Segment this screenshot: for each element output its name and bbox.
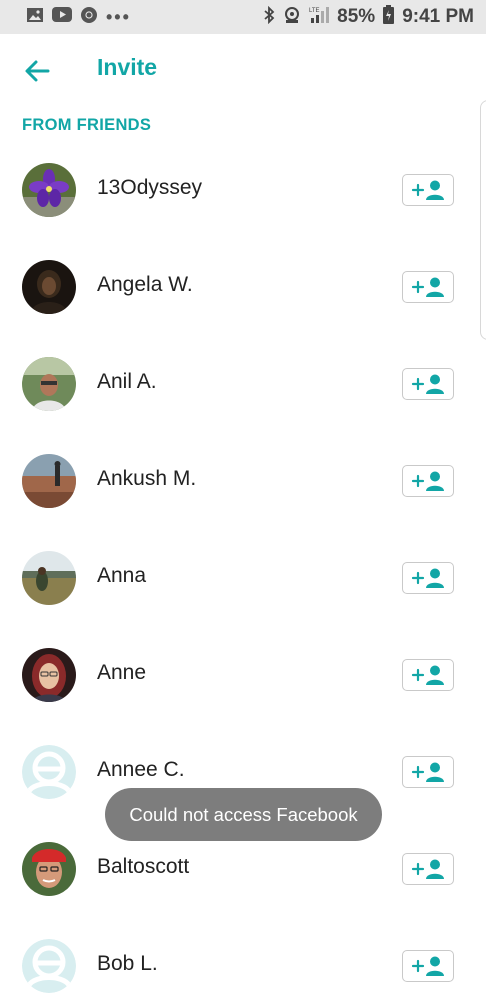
friend-row[interactable]: Bob L. [0, 918, 486, 999]
friend-row[interactable]: Ankush M. [0, 433, 486, 530]
friend-name: Bob L. [97, 952, 158, 975]
avatar [22, 551, 76, 605]
add-friend-button[interactable] [402, 950, 454, 982]
avatar [22, 163, 76, 217]
hotspot-icon [283, 6, 301, 29]
friend-name: Anil A. [97, 370, 157, 393]
friend-name: Ankush M. [97, 467, 197, 490]
avatar [22, 357, 76, 411]
clock: 9:41 PM [402, 6, 474, 27]
friend-name: 13Odyssey [97, 176, 203, 199]
avatar [22, 842, 76, 896]
add-friend-button[interactable] [402, 756, 454, 788]
friend-row[interactable]: Anne [0, 627, 486, 724]
toast-message: Could not access Facebook [105, 788, 382, 841]
add-friend-button[interactable] [402, 271, 454, 303]
friend-row[interactable]: 13Odyssey [0, 142, 486, 239]
friend-name: Angela W. [97, 273, 193, 296]
add-person-icon [411, 956, 444, 976]
default-avatar-icon [22, 939, 76, 993]
friend-name: Annee C. [97, 758, 185, 781]
add-friend-button[interactable] [402, 562, 454, 594]
battery-icon [383, 5, 395, 29]
chrome-icon [80, 6, 98, 29]
section-header: FROM FRIENDS [22, 116, 152, 134]
add-person-icon [411, 859, 444, 879]
add-person-icon [411, 277, 444, 297]
friend-name: Anna [97, 564, 147, 587]
page-title: Invite [97, 54, 158, 80]
avatar [22, 648, 76, 702]
add-person-icon [411, 374, 444, 394]
back-arrow-icon [25, 60, 50, 82]
add-person-icon [411, 471, 444, 491]
avatar [22, 454, 76, 508]
status-bar-right: LTE 85% 9:41 PM [263, 5, 474, 29]
add-friend-button[interactable] [402, 465, 454, 497]
friend-row[interactable]: Anil A. [0, 336, 486, 433]
back-button[interactable] [22, 56, 52, 86]
friend-name: Anne [97, 661, 147, 684]
friend-row[interactable]: Anna [0, 530, 486, 627]
add-friend-button[interactable] [402, 174, 454, 206]
add-person-icon [411, 762, 444, 782]
add-friend-button[interactable] [402, 368, 454, 400]
gallery-icon [26, 7, 44, 28]
status-bar: ••• LTE 85% 9:41 PM [0, 0, 486, 34]
avatar [22, 260, 76, 314]
bluetooth-icon [263, 5, 275, 29]
add-person-icon [411, 568, 444, 588]
add-person-icon [411, 665, 444, 685]
battery-percent: 85% [337, 6, 376, 27]
more-notifications: ••• [106, 6, 131, 27]
default-avatar-icon [22, 745, 76, 799]
add-friend-button[interactable] [402, 659, 454, 691]
app-header: Invite [0, 34, 486, 106]
friend-row[interactable]: Angela W. [0, 239, 486, 336]
youtube-icon [52, 7, 72, 27]
status-bar-left: ••• [26, 6, 131, 29]
friend-name: Baltoscott [97, 855, 190, 878]
add-friend-button[interactable] [402, 853, 454, 885]
add-person-icon [411, 180, 444, 200]
lte-signal-icon: LTE [309, 6, 330, 29]
svg-text:LTE: LTE [309, 8, 320, 14]
